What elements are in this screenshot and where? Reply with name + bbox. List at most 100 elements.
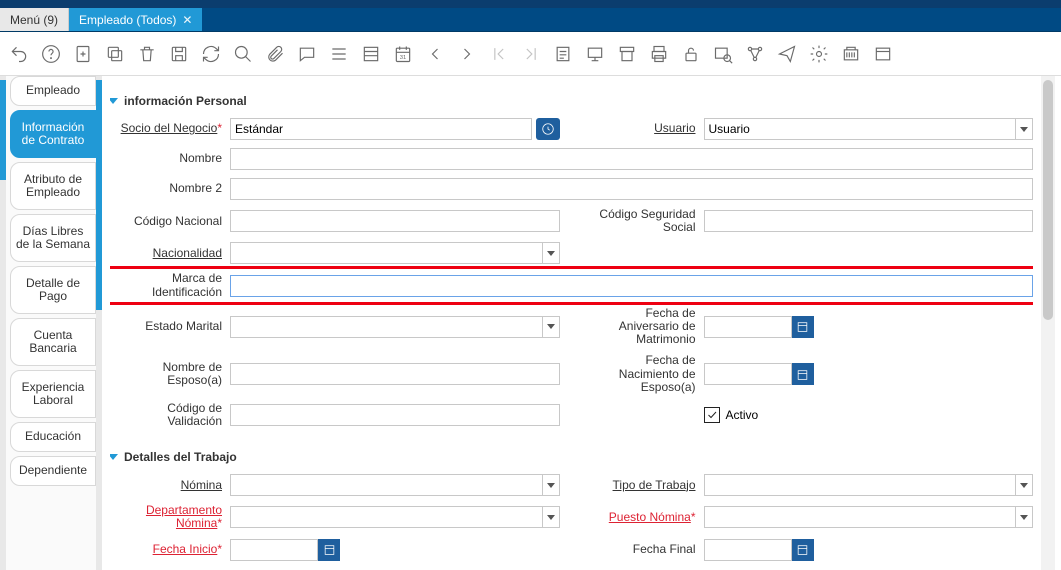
window-icon[interactable] — [872, 43, 894, 65]
label-usuario: Usuario — [584, 122, 704, 135]
calendar-icon[interactable] — [318, 539, 340, 561]
form-icon[interactable] — [360, 43, 382, 65]
nacionalidad-input[interactable] — [230, 242, 560, 264]
search-icon[interactable] — [232, 43, 254, 65]
sidebar-item-experiencia-laboral[interactable]: Experiencia Laboral — [10, 370, 96, 418]
label-aniversario: Fecha de Aniversario de Matrimonio — [584, 307, 704, 347]
list-icon[interactable] — [328, 43, 350, 65]
calendar-icon[interactable] — [792, 539, 814, 561]
sidebar-item-label: Atributo de Empleado — [15, 173, 91, 199]
sidebar-item-dias-libres[interactable]: Días Libres de la Semana — [10, 214, 96, 262]
gear-icon[interactable] — [808, 43, 830, 65]
copy-icon[interactable] — [104, 43, 126, 65]
sidebar-item-educacion[interactable]: Educación — [10, 422, 96, 452]
section-trabajo[interactable]: Detalles del Trabajo — [110, 450, 1033, 464]
save-icon[interactable] — [168, 43, 190, 65]
sidebar-item-label: Detalle de Pago — [15, 277, 91, 303]
codigo-val-input[interactable] — [230, 404, 560, 426]
socio-input[interactable] — [230, 118, 532, 140]
zoom-icon[interactable] — [712, 43, 734, 65]
chevron-down-icon[interactable] — [542, 474, 560, 496]
codigo-nacional-input[interactable] — [230, 210, 560, 232]
sidebar-item-label: Días Libres de la Semana — [15, 225, 91, 251]
tab-menu[interactable]: Menú (9) — [0, 8, 69, 31]
label-puesto-nomina: Puesto Nómina* — [584, 511, 704, 524]
chat-icon[interactable] — [296, 43, 318, 65]
sidebar-item-label: Educación — [25, 430, 81, 443]
section-personal[interactable]: información Personal — [110, 94, 1033, 108]
svg-text:31: 31 — [400, 55, 406, 61]
nac-esposo-input[interactable] — [704, 363, 792, 385]
dep-nomina-input[interactable] — [230, 506, 560, 528]
row-marca-id: Marca de Identificación — [110, 272, 1033, 298]
next-icon[interactable] — [456, 43, 478, 65]
delete-icon[interactable] — [136, 43, 158, 65]
chevron-down-icon[interactable] — [1015, 506, 1033, 528]
nombre-input[interactable] — [230, 148, 1033, 170]
lock-icon[interactable] — [680, 43, 702, 65]
label-nacionalidad: Nacionalidad — [110, 247, 230, 260]
help-icon[interactable] — [40, 43, 62, 65]
prev-icon[interactable] — [424, 43, 446, 65]
sidebar-item-atributo-empleado[interactable]: Atributo de Empleado — [10, 162, 96, 210]
send-icon[interactable] — [776, 43, 798, 65]
calendar-icon[interactable] — [792, 316, 814, 338]
present-icon[interactable] — [584, 43, 606, 65]
product-icon[interactable] — [840, 43, 862, 65]
first-icon[interactable] — [488, 43, 510, 65]
chevron-down-icon[interactable] — [1015, 474, 1033, 496]
chevron-down-icon[interactable] — [542, 506, 560, 528]
nombre2-input[interactable] — [230, 178, 1033, 200]
label-codigo-nacional: Código Nacional — [110, 215, 230, 228]
close-icon[interactable]: ✕ — [182, 13, 192, 27]
content-scrollbar[interactable] — [96, 76, 102, 570]
estado-marital-input[interactable] — [230, 316, 560, 338]
last-icon[interactable] — [520, 43, 542, 65]
fecha-inicio-input[interactable] — [230, 539, 318, 561]
tab-empleado[interactable]: Empleado (Todos) ✕ — [69, 8, 202, 31]
refresh-icon[interactable] — [200, 43, 222, 65]
activo-checkbox[interactable]: Activo — [704, 407, 759, 423]
report-icon[interactable] — [552, 43, 574, 65]
tab-bar: Menú (9) Empleado (Todos) ✕ — [0, 8, 1061, 32]
sidebar-item-label: Información de Contrato — [15, 121, 91, 147]
chevron-down-icon[interactable] — [542, 316, 560, 338]
fecha-final-input[interactable] — [704, 539, 792, 561]
esposo-input[interactable] — [230, 363, 560, 385]
chevron-down-icon[interactable] — [542, 242, 560, 264]
chevron-down-icon[interactable] — [1015, 118, 1033, 140]
codigo-ss-input[interactable] — [704, 210, 1034, 232]
calendar-icon[interactable]: 31 — [392, 43, 414, 65]
archive-icon[interactable] — [616, 43, 638, 65]
section-title-label: Detalles del Trabajo — [124, 450, 237, 464]
sidebar-item-detalle-pago[interactable]: Detalle de Pago — [10, 266, 96, 314]
label-dep-nomina: Departamento Nómina* — [110, 504, 230, 530]
sidebar-item-empleado[interactable]: Empleado — [10, 76, 96, 106]
sidebar-item-label: Empleado — [26, 84, 80, 97]
marca-id-input[interactable] — [230, 275, 1033, 297]
sidebar-item-dependiente[interactable]: Dependiente — [10, 456, 96, 486]
activo-label: Activo — [726, 408, 759, 422]
print-icon[interactable] — [648, 43, 670, 65]
label-tipo-trabajo: Tipo de Trabajo — [584, 479, 704, 492]
calendar-icon[interactable] — [792, 363, 814, 385]
sidebar-item-label: Experiencia Laboral — [15, 381, 91, 407]
toolbar: 31 — [0, 32, 1061, 76]
undo-icon[interactable] — [8, 43, 30, 65]
label-nombre2: Nombre 2 — [110, 182, 230, 195]
nomina-input[interactable] — [230, 474, 560, 496]
puesto-nomina-input[interactable] — [704, 506, 1034, 528]
tipo-trabajo-input[interactable] — [704, 474, 1034, 496]
usuario-input[interactable] — [704, 118, 1034, 140]
label-nomina: Nómina — [110, 479, 230, 492]
aniversario-input[interactable] — [704, 316, 792, 338]
new-icon[interactable] — [72, 43, 94, 65]
tab-empleado-label: Empleado (Todos) — [79, 13, 176, 27]
workflow-icon[interactable] — [744, 43, 766, 65]
form: información Personal Socio del Negocio* … — [110, 76, 1033, 570]
sidebar-item-informacion-contrato[interactable]: Información de Contrato — [10, 110, 96, 158]
attach-icon[interactable] — [264, 43, 286, 65]
socio-lookup-icon[interactable] — [536, 118, 560, 140]
right-scrollbar[interactable] — [1041, 76, 1055, 570]
sidebar-item-cuenta-bancaria[interactable]: Cuenta Bancaria — [10, 318, 96, 366]
